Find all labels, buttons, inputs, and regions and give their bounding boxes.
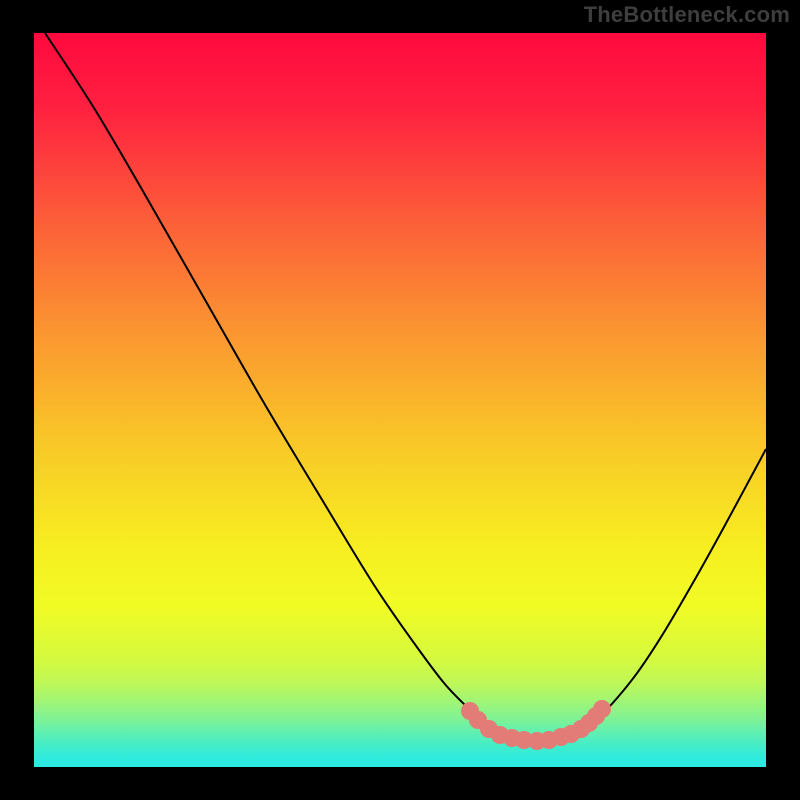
attribution-text: TheBottleneck.com: [584, 4, 790, 26]
marker-dot: [593, 700, 611, 718]
marker-layer: [34, 33, 766, 767]
chart-stage: TheBottleneck.com: [0, 0, 800, 800]
highlighted-segment: [461, 700, 611, 750]
